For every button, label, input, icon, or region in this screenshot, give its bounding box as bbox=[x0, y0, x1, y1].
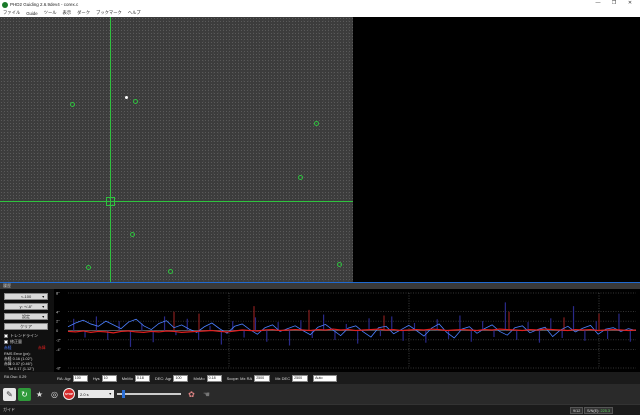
rms-total: Tot 0.17 (1.12") bbox=[8, 367, 34, 371]
camera-view[interactable] bbox=[0, 17, 353, 282]
menu-view[interactable]: 表示 bbox=[63, 10, 72, 16]
connect-gear-icon[interactable]: ✎ bbox=[3, 387, 16, 401]
x-range-button[interactable]: <-100 ▼ bbox=[4, 293, 48, 300]
chevron-down-icon: ▼ bbox=[41, 314, 45, 319]
auto-select-star-icon[interactable]: ★ bbox=[33, 388, 46, 401]
y-range-label: y: +/-8" bbox=[19, 304, 33, 309]
status-bar: ガイド 9/12 S/N(E): 225.3 bbox=[0, 404, 640, 415]
graph-header-title: 履歴 bbox=[3, 283, 11, 288]
guide-params-bar: RA: Agr 100 Hys 10 MnMo 0.18 DEC: Agr 10… bbox=[54, 372, 640, 384]
mx-dec-label: Mx DEC bbox=[275, 375, 291, 381]
snr-value: 225.3 bbox=[600, 408, 611, 413]
legend-ra: 赤経 bbox=[4, 346, 12, 350]
y-tick-label: 0 bbox=[56, 328, 59, 333]
osc-panel: RA Osc: 0.29 bbox=[0, 372, 54, 384]
window-title: PHD2 Guiding 2.6.9dev4 - corex.c bbox=[10, 2, 79, 7]
minimize-button[interactable]: — bbox=[590, 0, 606, 6]
ra-osc: RA Osc: 0.29 bbox=[4, 375, 27, 379]
loop-icon[interactable]: ↻ bbox=[18, 387, 31, 401]
star-marker bbox=[70, 102, 75, 107]
dec-agr-field[interactable]: 100 bbox=[173, 374, 189, 382]
exposure-value: 2.0 s bbox=[80, 391, 89, 397]
checkbox-box bbox=[4, 334, 8, 338]
y-range-button[interactable]: y: +/-8" ▼ bbox=[4, 303, 48, 310]
bright-star bbox=[125, 96, 128, 99]
star-marker bbox=[337, 262, 342, 267]
guide-target-icon[interactable]: ◎ bbox=[48, 388, 61, 401]
legend-dec: 赤緯 bbox=[38, 346, 46, 350]
guide-star-box bbox=[106, 197, 115, 206]
settings-label: 設定 bbox=[22, 313, 30, 319]
clear-button[interactable]: クリア bbox=[4, 323, 48, 330]
corrections-checkbox[interactable]: 修正量 bbox=[4, 339, 22, 345]
clear-label: クリア bbox=[20, 323, 32, 329]
mnmo-label: MnMo bbox=[121, 375, 133, 381]
menu-file[interactable]: ファイル bbox=[3, 10, 20, 16]
rms-title: RMS Error (px): bbox=[4, 352, 31, 356]
star-marker bbox=[133, 99, 138, 104]
star-marker bbox=[168, 269, 173, 274]
y-tick-label: 8" bbox=[56, 291, 60, 296]
gamma-slider[interactable] bbox=[117, 390, 181, 398]
crosshair-horizontal bbox=[0, 201, 353, 202]
sky-noise bbox=[0, 17, 353, 282]
y-tick-label: -4" bbox=[56, 347, 62, 352]
status-text: ガイド bbox=[3, 407, 15, 412]
menu-guide[interactable]: Guide bbox=[26, 11, 37, 16]
scope-mx-ra-label: Scope: Mx RA bbox=[226, 375, 253, 381]
mx-ra-field[interactable]: 2500 bbox=[254, 374, 271, 382]
graph-left-panel: <-100 ▼ y: +/-8" ▼ 設定 ▼ クリア トレンドライン 修正量 赤経 … bbox=[0, 289, 54, 372]
chevron-down-icon: ▼ bbox=[41, 304, 45, 309]
y-tick-label: 4" bbox=[56, 309, 60, 314]
menu-bar: ファイル Guide ツール 表示 ダーク ブックマーク ヘルプ bbox=[0, 9, 640, 17]
menu-tools[interactable]: ツール bbox=[44, 10, 57, 16]
frame-count: 9/12 bbox=[570, 407, 584, 414]
snr-readout: S/N(E): 225.3 bbox=[584, 407, 614, 414]
slider-track bbox=[117, 393, 181, 395]
manual-guide-icon[interactable]: ☚ bbox=[200, 388, 213, 401]
settings-button[interactable]: 設定 ▼ bbox=[4, 313, 48, 320]
ra-agr-field[interactable]: 100 bbox=[72, 374, 88, 382]
brain-icon[interactable]: ✿ bbox=[185, 388, 198, 401]
graph-header: 履歴 bbox=[0, 282, 640, 289]
window-controls: — ❐ ✕ bbox=[590, 0, 638, 6]
close-button[interactable]: ✕ bbox=[622, 0, 638, 6]
side-panel bbox=[353, 17, 640, 282]
title-bar: PHD2 Guiding 2.6.9dev4 - corex.c — ❐ ✕ bbox=[0, 0, 640, 9]
crosshair-vertical bbox=[110, 17, 111, 282]
guide-graph-svg: 8" 4" 2" 0 -2" -4" -8" bbox=[56, 291, 637, 371]
y-tick-label: 2" bbox=[56, 319, 60, 324]
stop-button[interactable]: STOP bbox=[63, 388, 75, 400]
dec-mode-select[interactable]: Auto bbox=[313, 374, 338, 382]
menu-bookmarks[interactable]: ブックマーク bbox=[96, 10, 122, 16]
ra-agr-label: RA: Agr bbox=[57, 375, 71, 381]
x-range-label: <-100 bbox=[20, 294, 32, 299]
corrections-label: 修正量 bbox=[10, 339, 22, 344]
app-icon bbox=[2, 1, 8, 8]
snr-label: S/N(E): bbox=[587, 408, 600, 413]
menu-darks[interactable]: ダーク bbox=[77, 10, 90, 16]
slider-thumb[interactable] bbox=[121, 390, 125, 398]
dec-agr-label: DEC: Agr bbox=[154, 375, 172, 381]
chevron-down-icon: ▼ bbox=[108, 392, 112, 396]
star-marker bbox=[314, 121, 319, 126]
guide-graph[interactable]: 8" 4" 2" 0 -2" -4" -8" bbox=[54, 289, 640, 372]
mx-dec-field[interactable]: 2500 bbox=[292, 374, 309, 382]
dec-mnmo-field[interactable]: 0.18 bbox=[206, 374, 222, 382]
ra-mnmo-field[interactable]: 0.18 bbox=[134, 374, 150, 382]
exposure-select[interactable]: 2.0 s ▼ bbox=[78, 390, 114, 398]
chevron-down-icon: ▼ bbox=[41, 294, 45, 299]
menu-help[interactable]: ヘルプ bbox=[128, 10, 141, 16]
y-tick-label: -2" bbox=[56, 337, 62, 342]
checkbox-box bbox=[4, 340, 8, 344]
y-tick-label: -8" bbox=[56, 366, 62, 371]
restore-button[interactable]: ❐ bbox=[606, 0, 622, 6]
hys-field[interactable]: 10 bbox=[101, 374, 117, 382]
star-marker bbox=[298, 175, 303, 180]
dec-mnmo-label: MnMo bbox=[193, 375, 205, 381]
hys-label: Hys bbox=[92, 375, 100, 381]
main-toolbar: ✎ ↻ ★ ◎ STOP 2.0 s ▼ ✿ ☚ bbox=[0, 384, 640, 404]
star-marker bbox=[130, 232, 135, 237]
star-marker bbox=[86, 265, 91, 270]
